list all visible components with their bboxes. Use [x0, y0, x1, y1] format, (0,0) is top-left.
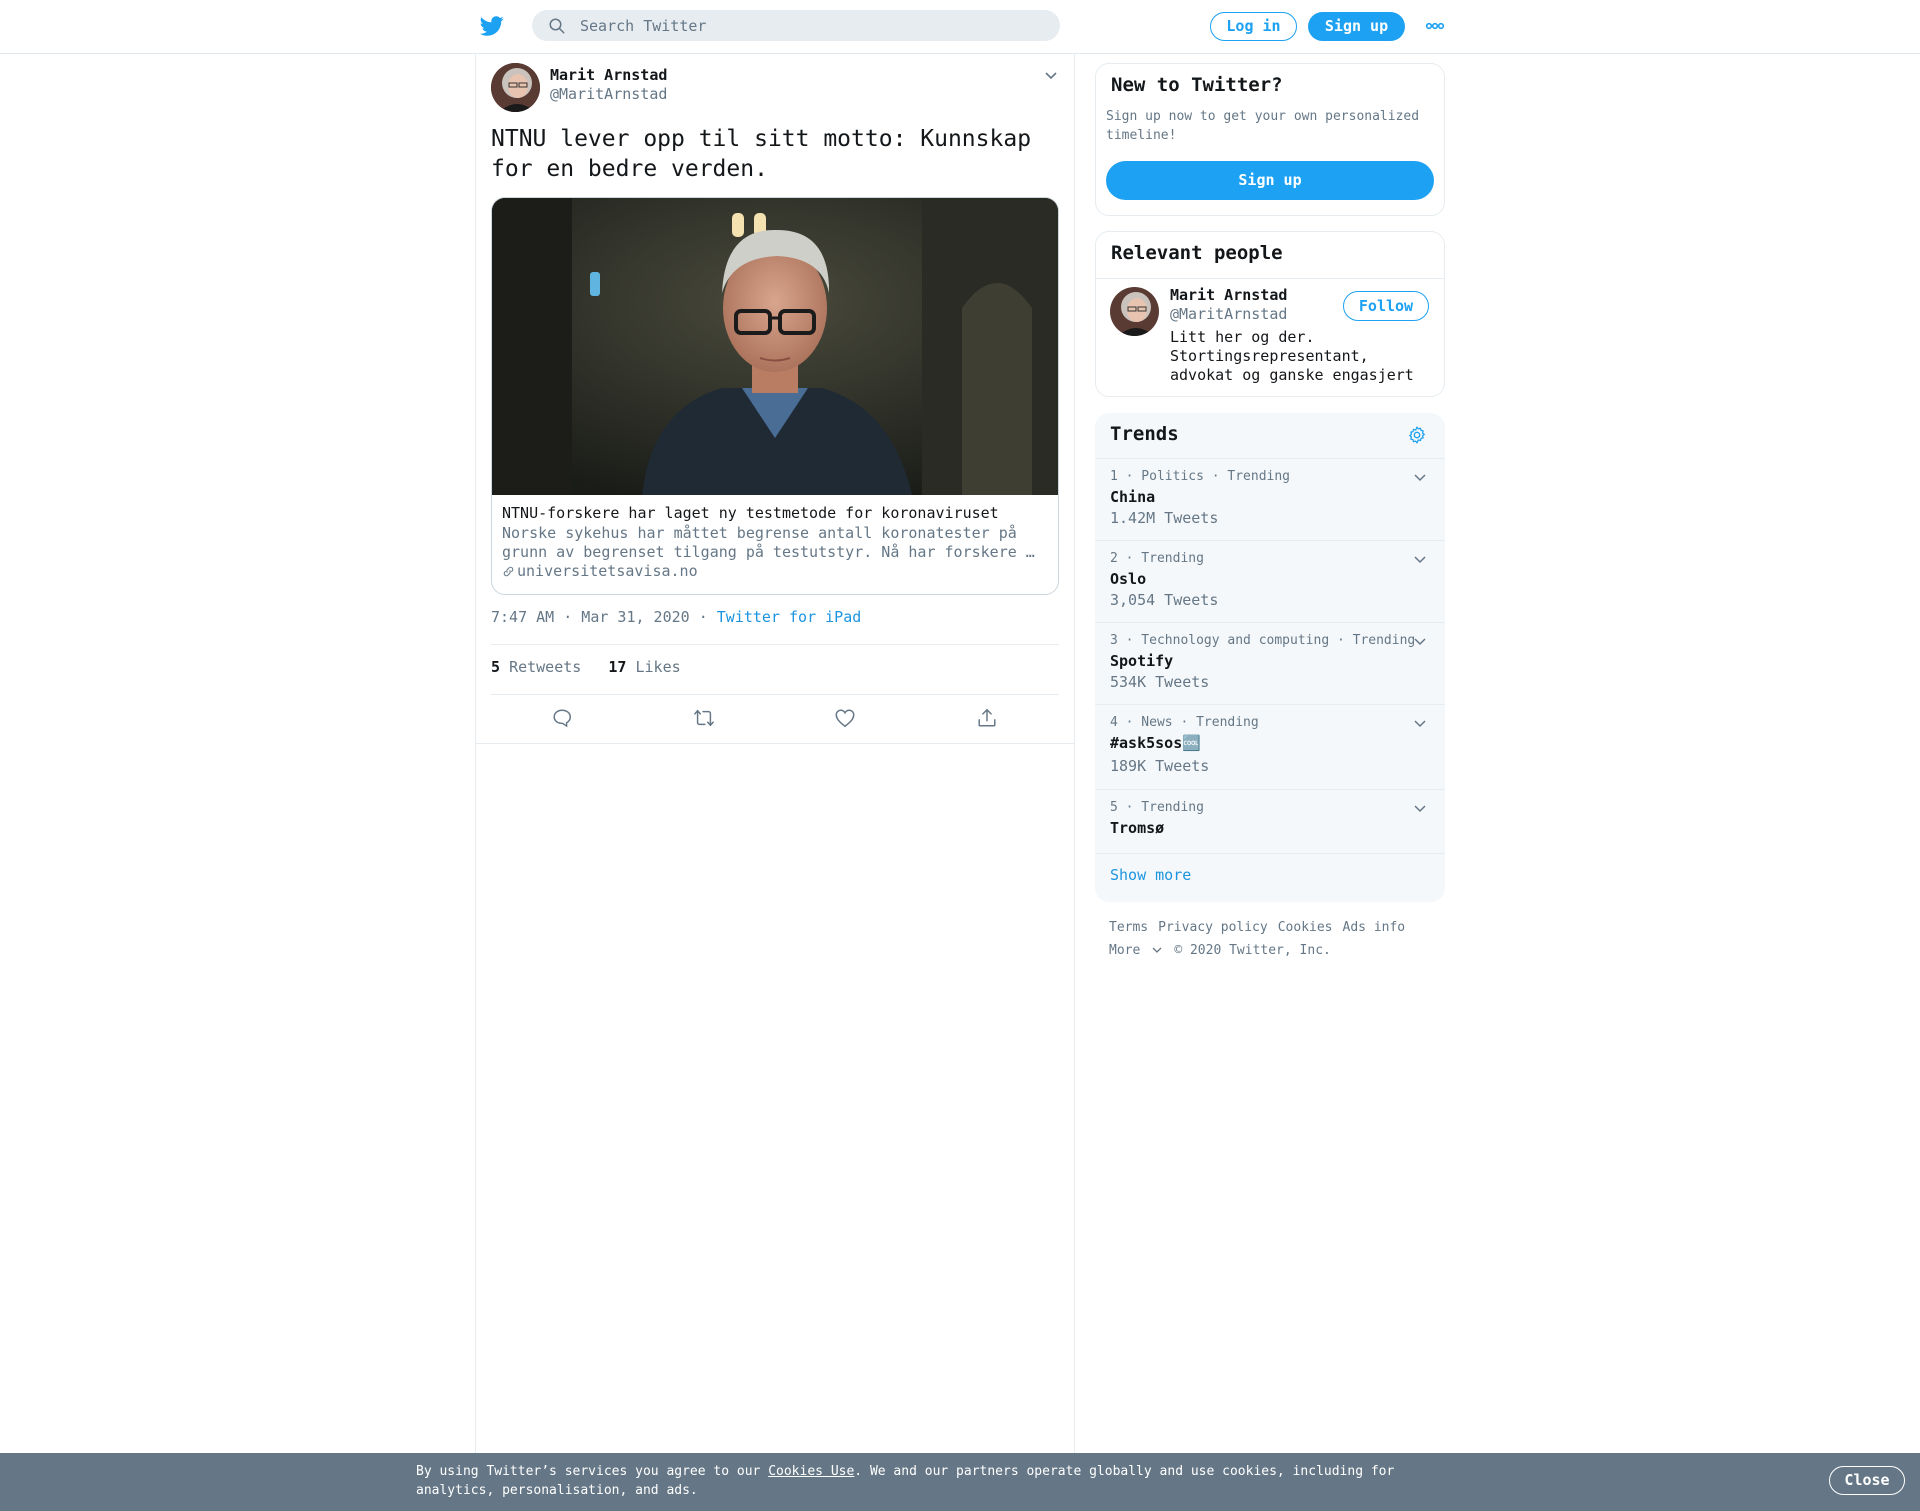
divider	[491, 694, 1059, 695]
new-to-twitter-panel: New to Twitter? Sign up now to get your …	[1095, 63, 1445, 216]
person-bio: Litt her og der. Stortingsrepresentant, …	[1170, 328, 1414, 384]
gear-icon[interactable]	[1407, 425, 1427, 445]
cookies-use-link[interactable]: Cookies Use	[768, 1464, 854, 1479]
footer-link-cookies[interactable]: Cookies	[1278, 920, 1333, 935]
tweet-timestamp[interactable]: 7:47 AM · Mar 31, 2020	[491, 608, 690, 626]
show-more-link[interactable]: Show more	[1110, 866, 1191, 884]
card-image	[492, 198, 1058, 495]
footer-links: Terms Privacy policy Cookies Ads info	[1109, 920, 1415, 935]
share-icon[interactable]	[976, 707, 998, 729]
top-bar: Log in Sign up	[0, 0, 1920, 54]
divider	[491, 644, 1059, 645]
chevron-down-icon[interactable]	[1413, 804, 1427, 814]
relevant-people-panel: Relevant people Marit Arnstad @MaritArns…	[1095, 231, 1445, 397]
cookie-text: By using Twitter’s services you agree to…	[416, 1462, 1416, 1500]
follow-button[interactable]: Follow	[1343, 291, 1429, 321]
trend-name: #ask5sos🆒	[1110, 734, 1201, 752]
more-dots-icon[interactable]	[1425, 19, 1445, 33]
footer-more-link[interactable]: More	[1109, 943, 1162, 958]
card-domain: universitetsavisa.no	[502, 562, 698, 580]
footer-link-privacy[interactable]: Privacy policy	[1158, 920, 1268, 935]
chevron-down-icon	[1152, 947, 1162, 953]
twitter-bird-icon[interactable]	[479, 14, 505, 38]
panel-heading: New to Twitter?	[1111, 74, 1283, 96]
trends-panel: Trends 1 · Politics · Trending China 1.4…	[1095, 413, 1445, 902]
tweet-source[interactable]: Twitter for iPad	[717, 608, 862, 626]
likes-label: Likes	[635, 658, 681, 676]
retweets-count: 5	[491, 658, 501, 676]
trend-meta: 5 · Trending	[1110, 800, 1204, 815]
trend-meta: 3 · Technology and computing · Trending	[1110, 633, 1416, 648]
trend-count: 534K Tweets	[1110, 673, 1210, 691]
retweets-label: Retweets	[509, 658, 582, 676]
author-name[interactable]: Marit Arnstad	[550, 66, 667, 84]
sign-up-button[interactable]: Sign up	[1308, 12, 1405, 41]
column-divider-right	[1074, 53, 1075, 1453]
trend-name: Oslo	[1110, 570, 1147, 588]
trend-meta: 2 · Trending	[1110, 551, 1204, 566]
divider	[1096, 278, 1444, 279]
like-icon[interactable]	[834, 707, 856, 729]
trend-meta: 4 · News · Trending	[1110, 715, 1259, 730]
likes-count: 17	[608, 658, 627, 676]
retweets-stat[interactable]: 5 Retweets	[491, 658, 581, 676]
chevron-down-icon[interactable]	[1043, 70, 1059, 82]
sign-up-panel-button[interactable]: Sign up	[1106, 161, 1434, 200]
tweet-stats: 5 Retweets 17 Likes	[491, 658, 681, 676]
copyright: © 2020 Twitter, Inc.	[1174, 943, 1331, 958]
footer-more-label: More	[1109, 943, 1141, 958]
footer-link-terms[interactable]: Terms	[1109, 920, 1148, 935]
cookie-banner: By using Twitter’s services you agree to…	[0, 1453, 1920, 1511]
chevron-down-icon[interactable]	[1413, 637, 1427, 647]
divider	[476, 743, 1074, 744]
person-handle[interactable]: @MaritArnstad	[1170, 305, 1287, 323]
search-box[interactable]	[532, 10, 1060, 41]
likes-stat[interactable]: 17 Likes	[608, 658, 680, 676]
card-domain-text: universitetsavisa.no	[517, 562, 698, 580]
retweet-icon[interactable]	[693, 707, 715, 729]
trend-count: 189K Tweets	[1110, 757, 1210, 775]
trend-item[interactable]: 2 · Trending Oslo 3,054 Tweets	[1095, 540, 1445, 622]
card-description: Norske sykehus har måttet begrense antal…	[502, 524, 1035, 561]
trend-name: Tromsø	[1110, 819, 1165, 837]
chevron-down-icon[interactable]	[1413, 555, 1427, 565]
trend-item[interactable]: 1 · Politics · Trending China 1.42M Twee…	[1095, 458, 1445, 540]
meta-separator: ·	[698, 608, 708, 626]
avatar[interactable]	[491, 63, 540, 112]
tweet-text: NTNU lever opp til sitt motto: Kunnskap …	[491, 126, 1032, 182]
link-icon	[503, 566, 514, 577]
panel-heading: Relevant people	[1111, 242, 1283, 264]
cookie-text-before: By using Twitter’s services you agree to…	[416, 1464, 769, 1479]
trend-count: 1.42M Tweets	[1110, 509, 1219, 527]
search-icon	[549, 18, 565, 34]
trend-item[interactable]: 3 · Technology and computing · Trending …	[1095, 622, 1445, 704]
tweet-meta: 7:47 AM · Mar 31, 2020 · Twitter for iPa…	[491, 608, 861, 626]
panel-text: Sign up now to get your own personalized…	[1106, 109, 1420, 143]
author-handle[interactable]: @MaritArnstad	[550, 85, 667, 103]
avatar[interactable]	[1110, 287, 1159, 336]
link-card[interactable]: NTNU-forskere har laget ny testmetode fo…	[491, 197, 1059, 595]
chevron-down-icon[interactable]	[1413, 719, 1427, 729]
panel-heading: Trends	[1110, 423, 1179, 445]
log-in-button[interactable]: Log in	[1210, 12, 1297, 41]
card-title: NTNU-forskere har laget ny testmetode fo…	[502, 504, 999, 522]
trend-name: Spotify	[1110, 652, 1174, 670]
column-divider-left	[475, 53, 476, 1453]
trend-meta: 1 · Politics · Trending	[1110, 469, 1291, 484]
trend-item[interactable]: 5 · Trending Tromsø	[1095, 789, 1445, 853]
reply-icon[interactable]	[551, 707, 573, 729]
footer-link-ads-info[interactable]: Ads info	[1343, 920, 1406, 935]
trend-name: China	[1110, 488, 1156, 506]
person-name[interactable]: Marit Arnstad	[1170, 286, 1287, 304]
close-button[interactable]: Close	[1829, 1466, 1905, 1495]
chevron-down-icon[interactable]	[1413, 473, 1427, 483]
search-input[interactable]	[580, 10, 1040, 41]
divider	[1095, 853, 1445, 854]
trend-item[interactable]: 4 · News · Trending #ask5sos🆒 189K Tweet…	[1095, 704, 1445, 789]
footer-row-2: More © 2020 Twitter, Inc.	[1109, 943, 1341, 958]
trend-count: 3,054 Tweets	[1110, 591, 1219, 609]
